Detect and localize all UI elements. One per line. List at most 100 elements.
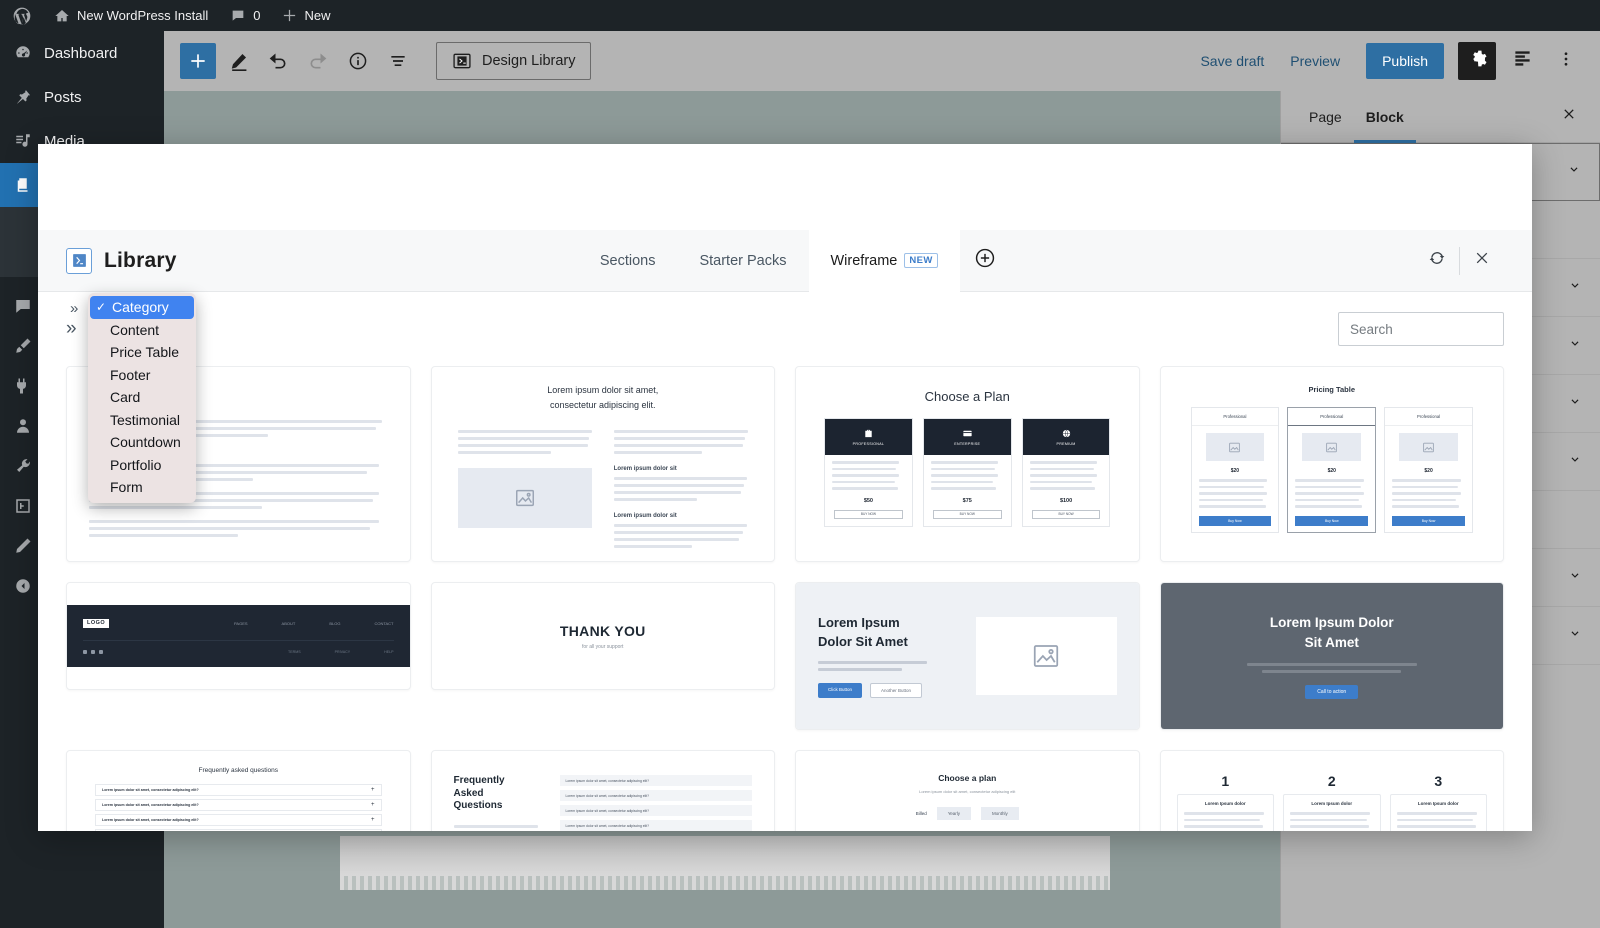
site-name-button[interactable]: New WordPress Install (43, 0, 219, 31)
faq-item[interactable]: Lorem ipsum dolor sit amet, consectetur … (95, 784, 382, 796)
template-card[interactable]: Lorem ipsum dolor sit amet, consectetur … (430, 366, 775, 562)
faq-question: Lorem ipsum dolor sit amet, consectetur … (565, 778, 650, 783)
footer-sublink[interactable]: TERMS (288, 650, 301, 654)
category-option-label: Countdown (110, 434, 181, 451)
more-options-button[interactable] (1548, 43, 1584, 79)
faq-item[interactable]: Lorem ipsum dolor sit amet, consectetur … (95, 829, 382, 831)
redo-button[interactable] (300, 43, 336, 79)
footer-link[interactable]: BLOG (329, 621, 340, 626)
instagram-icon[interactable] (99, 649, 103, 654)
add-block-button[interactable] (180, 43, 216, 79)
preview-button[interactable]: Preview (1290, 53, 1340, 69)
faq-item[interactable]: Lorem ipsum dolor sit amet, consectetur … (559, 775, 752, 786)
template-heading: Frequently (453, 775, 505, 786)
search-input[interactable] (1350, 321, 1492, 337)
list-view-button[interactable] (380, 43, 416, 79)
filters-expand-glyph[interactable]: » (70, 300, 78, 317)
media-icon (12, 130, 34, 152)
template-card[interactable]: Lorem Ipsum Dolor Sit Amet Click Button … (795, 582, 1140, 730)
add-tab-button[interactable] (970, 246, 1000, 276)
faq-item[interactable]: Lorem ipsum dolor sit amet, consectetur … (559, 790, 752, 801)
template-subheading: Lorem ipsum dolor sit amet, consectetur … (919, 789, 1016, 794)
new-content-button[interactable]: New (271, 0, 341, 31)
template-card[interactable]: Choose a Plan PROFESSIONAL $50 BUY NOW E… (795, 366, 1140, 562)
wp-logo-button[interactable] (0, 0, 43, 31)
hero-cta[interactable]: Call to action (1305, 685, 1359, 700)
chevron-down-icon (1568, 627, 1582, 645)
footer-link[interactable]: CONTACT (374, 621, 393, 626)
comments-link[interactable]: 0 (219, 0, 271, 31)
category-option-price-table[interactable]: Price Table (88, 341, 196, 364)
template-card[interactable]: 1 Lorem Ipsum dolor 2 Lorem Ipsum dolor (1159, 750, 1504, 831)
category-option-content[interactable]: Content (88, 319, 196, 342)
sidebar-item-posts[interactable]: Posts (0, 75, 164, 119)
hero-primary-cta[interactable]: Click Button (818, 683, 863, 699)
template-card[interactable]: LOGO PAGES ABOUT BLOG CONTACT TERMS PRIV… (66, 582, 411, 690)
faq-item[interactable]: Lorem ipsum dolor sit amet, consectetur … (95, 814, 382, 826)
tab-page[interactable]: Page (1297, 91, 1354, 143)
search-input-wrapper[interactable] (1338, 312, 1504, 346)
footer-sublink[interactable]: PRIVACY (335, 650, 351, 654)
close-settings-button[interactable] (1554, 102, 1584, 132)
tab-sections[interactable]: Sections (578, 230, 678, 292)
tab-block[interactable]: Block (1354, 91, 1416, 143)
canvas-zigzag-divider (340, 876, 1110, 890)
footer-sublink[interactable]: HELP (384, 650, 393, 654)
faq-item[interactable]: Lorem ipsum dolor sit amet, consectetur … (559, 820, 752, 831)
hero-secondary-cta[interactable]: Another Button (870, 683, 923, 699)
category-option-countdown[interactable]: Countdown (88, 431, 196, 454)
footer-logo: LOGO (83, 618, 110, 628)
home-icon (54, 8, 70, 24)
category-option-category[interactable]: ✓ Category (90, 296, 194, 319)
double-chevron-right-icon[interactable]: » (66, 318, 90, 340)
category-option-label: Category (112, 299, 169, 316)
step-title: Lorem Ipsum dolor (1417, 801, 1459, 806)
template-card[interactable]: Choose a plan Lorem ipsum dolor sit amet… (795, 750, 1140, 831)
design-library-button[interactable]: Design Library (436, 42, 591, 80)
category-option-portfolio[interactable]: Portfolio (88, 454, 196, 477)
footer-link[interactable]: ABOUT (282, 621, 296, 626)
step-title: Lorem Ipsum dolor (1311, 801, 1353, 806)
templatekit-button[interactable] (1504, 43, 1540, 79)
settings-sliders-icon (12, 495, 34, 517)
plan-cta[interactable]: BUY NOW (834, 509, 903, 519)
plan-cta[interactable]: Buy Now (1392, 515, 1465, 526)
settings-toggle-button[interactable] (1458, 42, 1496, 80)
comment-bubble-icon (230, 8, 246, 24)
plan-name: ENTERPRISE (954, 442, 981, 446)
appearance-brush-icon (12, 335, 34, 357)
close-modal-button[interactable] (1460, 230, 1504, 292)
template-card[interactable]: Frequently asked questions Lorem ipsum d… (66, 750, 411, 831)
edit-tool-button[interactable] (220, 43, 256, 79)
plan-cta[interactable]: Buy Now (1198, 515, 1272, 526)
publish-button[interactable]: Publish (1366, 43, 1444, 79)
template-card[interactable]: Pricing Table Professional $20 Buy Now P… (1159, 366, 1504, 562)
faq-item[interactable]: Lorem ipsum dolor sit amet, consectetur … (95, 799, 382, 811)
template-card[interactable]: Lorem Ipsum Dolor Sit Amet Call to actio… (1159, 582, 1504, 730)
tab-starter-packs[interactable]: Starter Packs (677, 230, 808, 292)
save-draft-button[interactable]: Save draft (1200, 53, 1264, 69)
category-option-form[interactable]: Form (88, 476, 196, 499)
plan-cta[interactable]: Buy Now (1295, 515, 1369, 526)
footer-link[interactable]: PAGES (234, 621, 248, 626)
template-card[interactable]: Frequently Asked Questions View Contact … (430, 750, 775, 831)
toggle-option-yearly[interactable]: Yearly (936, 807, 972, 820)
plan-cta[interactable]: BUY NOW (932, 509, 1002, 519)
sidebar-item-dashboard[interactable]: Dashboard (0, 31, 164, 75)
refresh-button[interactable] (1415, 230, 1459, 292)
details-button[interactable] (340, 43, 376, 79)
plus-icon: + (370, 817, 375, 823)
facebook-icon[interactable] (83, 649, 87, 654)
undo-button[interactable] (260, 43, 296, 79)
faq-item[interactable]: Lorem ipsum dolor sit amet, consectetur … (559, 805, 752, 816)
toggle-option-monthly[interactable]: Monthly (981, 807, 1019, 820)
twitter-icon[interactable] (91, 649, 95, 654)
category-option-footer[interactable]: Footer (88, 364, 196, 387)
template-card[interactable]: THANK YOU for all your support (430, 582, 775, 690)
tab-wireframe[interactable]: Wireframe NEW (808, 229, 960, 292)
plugins-plug-icon (12, 375, 34, 397)
category-option-testimonial[interactable]: Testimonial (88, 409, 196, 432)
app-screen: New WordPress Install 0 New Dashboard Po… (0, 0, 1600, 928)
plan-cta[interactable]: BUY NOW (1031, 509, 1101, 519)
category-option-card[interactable]: Card (88, 386, 196, 409)
